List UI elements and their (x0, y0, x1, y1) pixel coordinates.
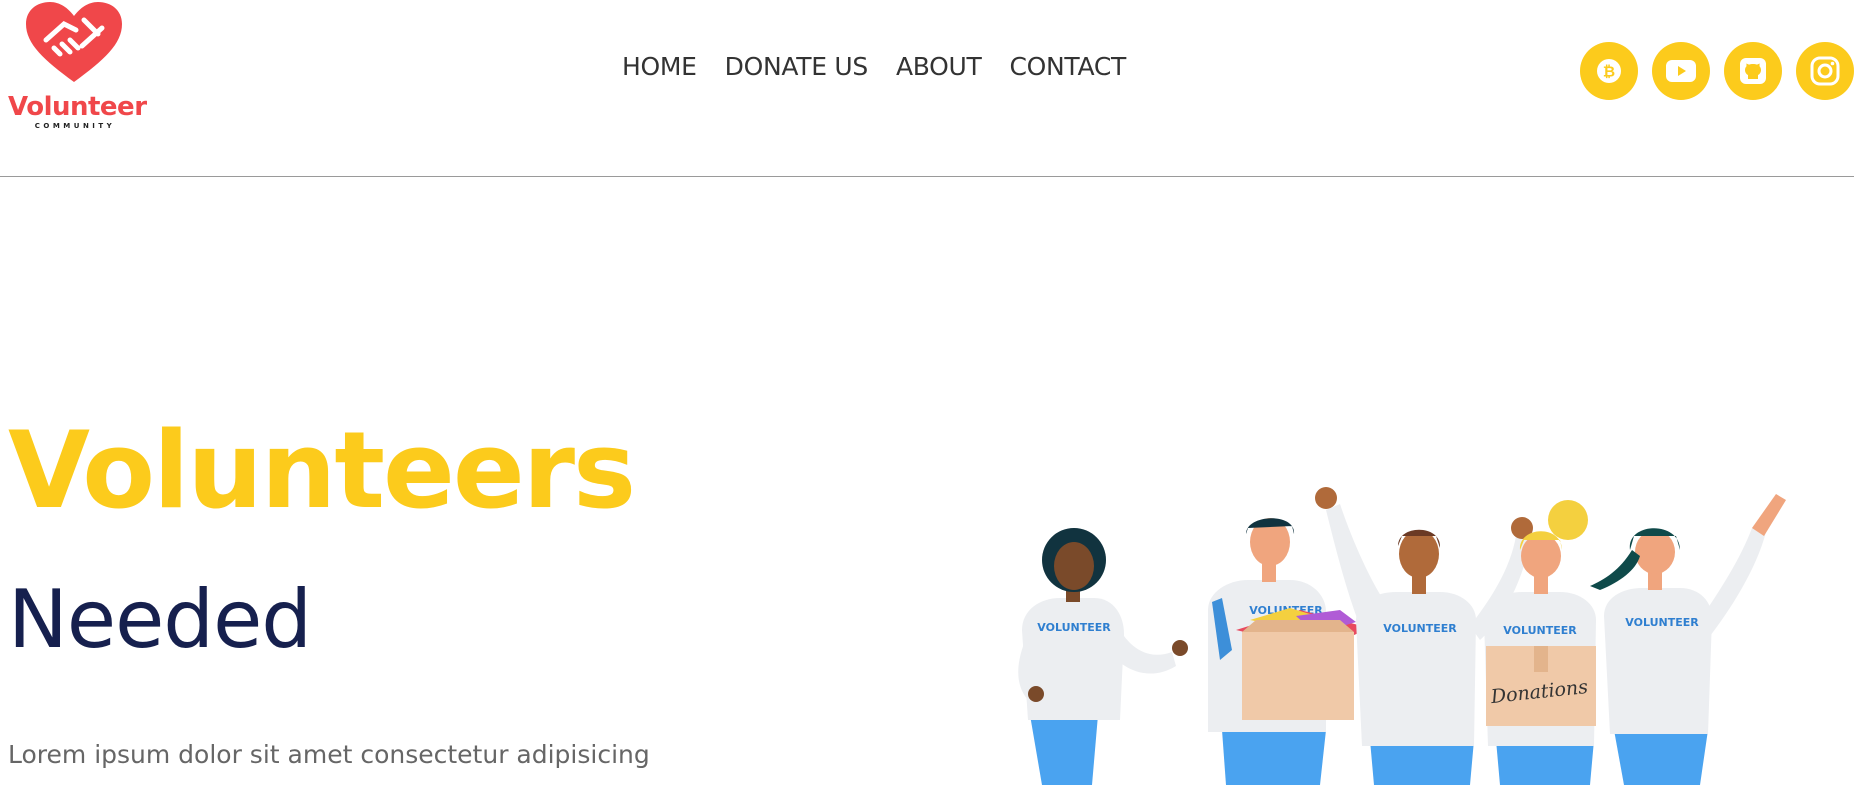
github-icon (1740, 58, 1766, 84)
hero-subtitle: Needed (8, 573, 312, 666)
shirt-label: VOLUNTEER (1503, 624, 1577, 637)
nav-about[interactable]: ABOUT (896, 52, 982, 81)
bitcoin-icon: ₿ (1597, 59, 1621, 83)
volunteer-figure: VOLUNTEER (1018, 528, 1188, 785)
social-links: ₿ (1580, 42, 1854, 100)
site-header: Volunteer COMMUNITY HOME DONATE US ABOUT… (0, 0, 1854, 177)
heart-handshake-icon (26, 2, 122, 82)
volunteer-figure: VOLUNTEER Donations (1484, 500, 1596, 785)
youtube-button[interactable] (1652, 42, 1710, 100)
instagram-icon (1810, 56, 1840, 86)
volunteer-figure: VOLUNTEER (1590, 494, 1786, 785)
shirt-label: VOLUNTEER (1625, 616, 1699, 629)
volunteers-illustration: VOLUNTEER VOLUNTEER VOLUNTEER V (1018, 487, 1786, 785)
instagram-button[interactable] (1796, 42, 1854, 100)
bitcoin-button[interactable]: ₿ (1580, 42, 1638, 100)
nav-donate-us[interactable]: DONATE US (725, 52, 869, 81)
nav-home[interactable]: HOME (622, 52, 697, 81)
shirt-label: VOLUNTEER (1037, 621, 1111, 634)
svg-text:₿: ₿ (1603, 63, 1615, 81)
shirt-label: VOLUNTEER (1383, 622, 1457, 635)
nav-contact[interactable]: CONTACT (1010, 52, 1127, 81)
logo[interactable]: Volunteer COMMUNITY (8, 0, 147, 132)
main-nav: HOME DONATE US ABOUT CONTACT (622, 52, 1126, 81)
logo-tagline: COMMUNITY (34, 122, 116, 130)
github-button[interactable] (1724, 42, 1782, 100)
hero-description: Lorem ipsum dolor sit amet consectetur a… (8, 740, 650, 769)
hero-title: Volunteers (8, 409, 636, 532)
youtube-icon (1666, 60, 1696, 82)
logo-name: Volunteer (8, 92, 147, 122)
